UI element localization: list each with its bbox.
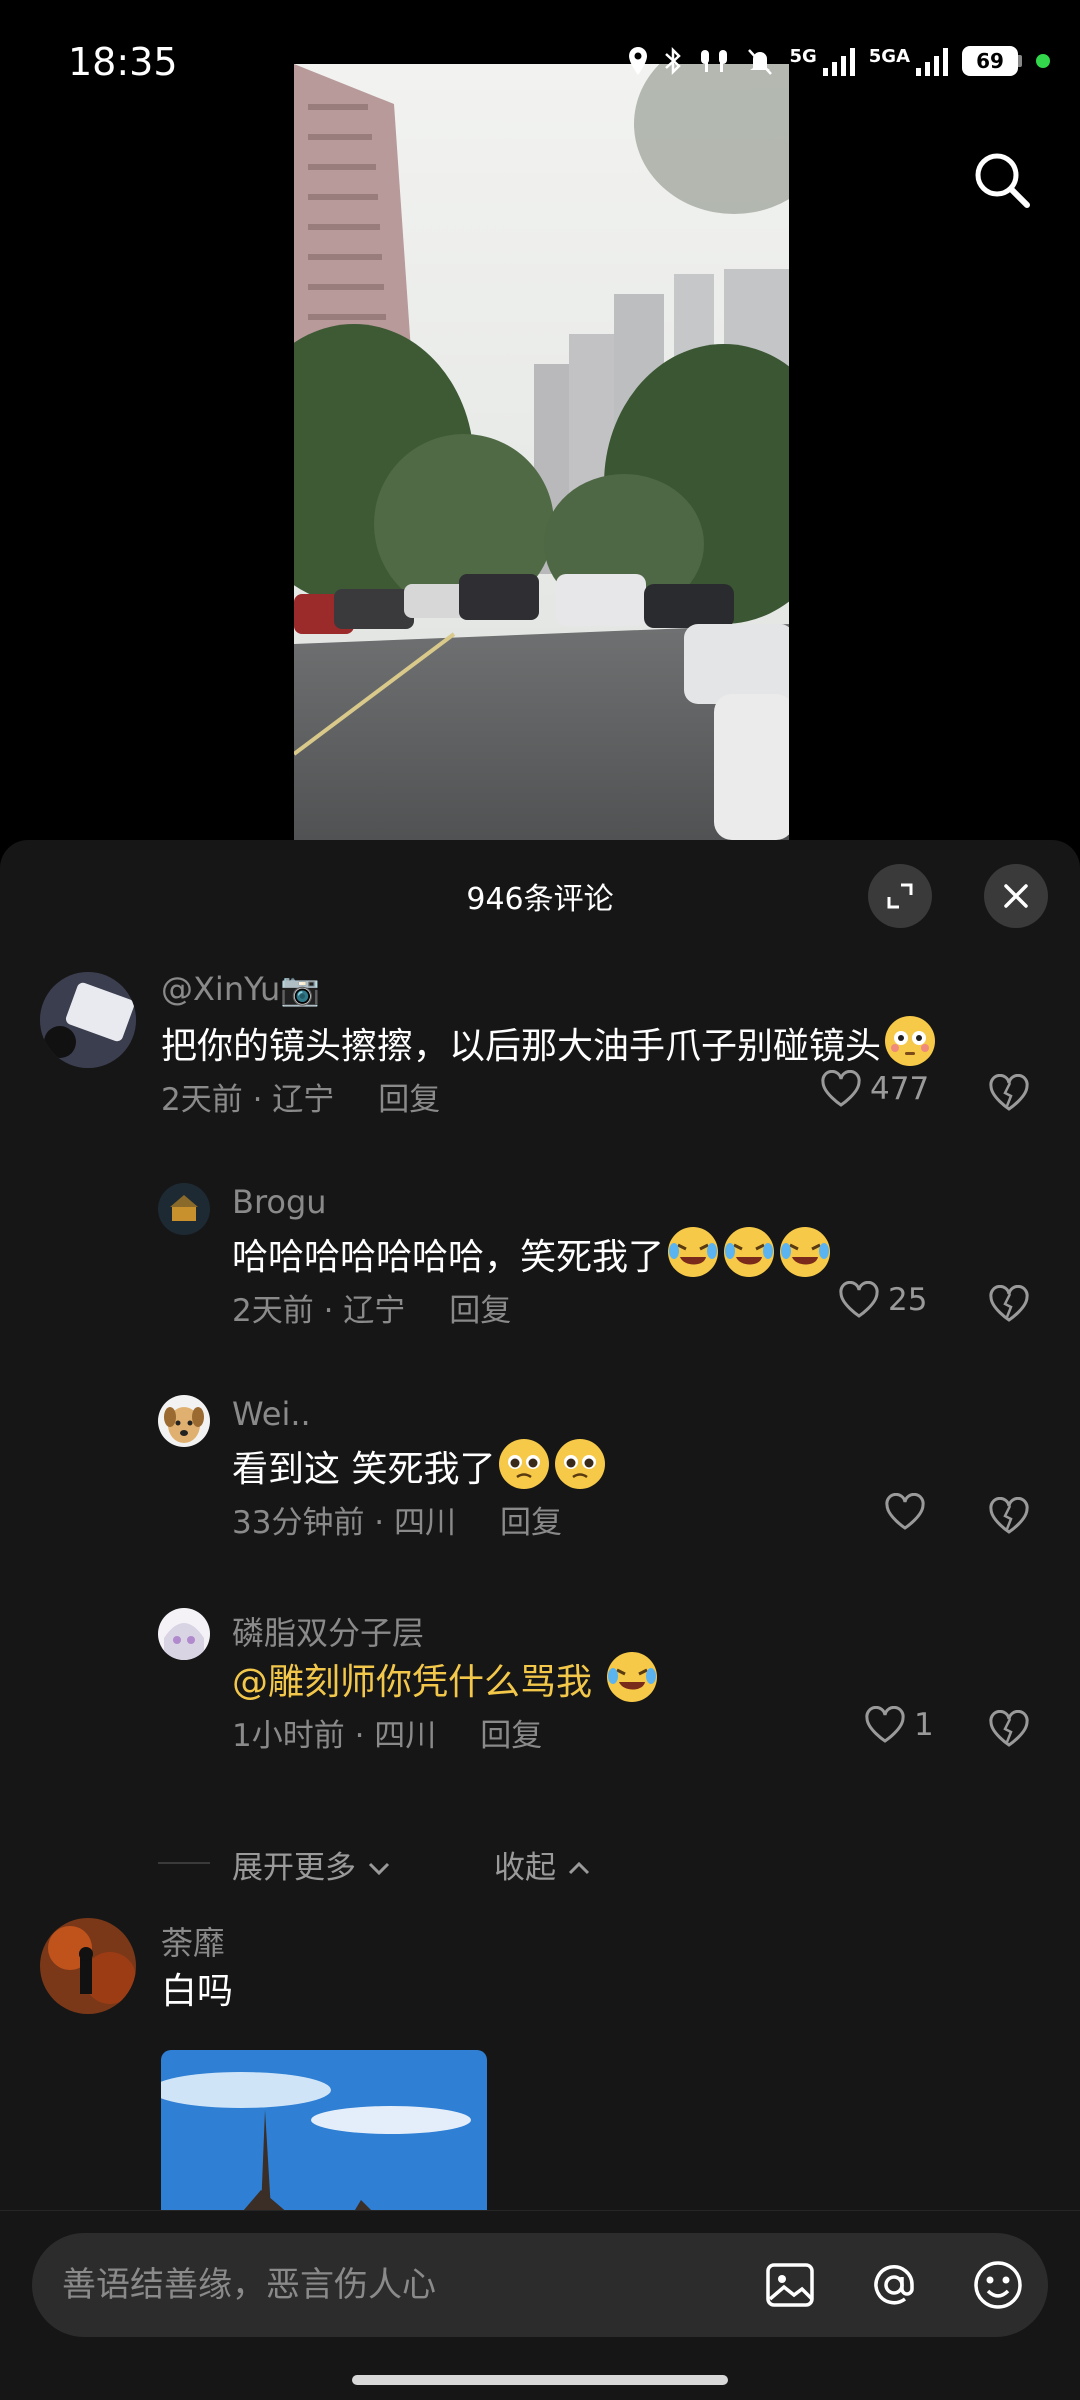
like-count: 1 — [914, 1707, 934, 1743]
heart-icon — [865, 1706, 905, 1743]
expand-icon — [887, 883, 913, 909]
battery-level: 69 — [962, 46, 1018, 76]
dislike-heart-icon[interactable] — [988, 1074, 1030, 1112]
network-label-2: 5GA — [868, 46, 910, 67]
comment-meta: 1小时前 · 四川 回复 — [232, 1718, 543, 1754]
expand-more-label: 展开更多 — [232, 1850, 356, 1886]
comment-time: 33分钟前 — [232, 1505, 365, 1541]
mention-link[interactable]: @雕刻师你凭什么骂我 — [232, 1662, 592, 1703]
comment-input-container — [32, 2233, 1048, 2337]
emoji-icon[interactable] — [970, 2257, 1026, 2313]
comment-username[interactable]: Brogu — [232, 1183, 327, 1221]
video-player[interactable] — [294, 64, 789, 840]
reply-button[interactable]: 回复 — [480, 1718, 542, 1754]
battery-icon: 69 — [962, 46, 1022, 76]
dislike-heart-icon[interactable] — [988, 1497, 1030, 1535]
comment-location: 辽宁 — [272, 1082, 335, 1118]
comment-text: 白吗 — [161, 1971, 234, 2012]
comment-username[interactable]: @XinYu📷 — [161, 970, 320, 1008]
comment-text-content: 看到这 笑死我了 — [232, 1449, 496, 1490]
reply-item: Wei.. 看到这 笑死我了 33分钟前 · 四川 回复 — [0, 1395, 1080, 1541]
heart-icon — [885, 1493, 925, 1530]
close-icon — [1004, 884, 1028, 908]
avatar[interactable] — [158, 1608, 210, 1660]
mute-icon — [748, 49, 773, 75]
comment-text-content: 把你的镜头擦擦，以后那大油手爪子别碰镜头 — [161, 1026, 882, 1067]
comment-text-content: 哈哈哈哈哈哈哈，笑死我了 — [232, 1237, 665, 1278]
dislike-heart-icon[interactable] — [988, 1285, 1030, 1323]
divider — [158, 1862, 210, 1864]
like-button[interactable]: 1 — [864, 1706, 934, 1744]
privacy-indicator-dot — [1036, 54, 1050, 68]
comments-sheet: 946条评论 @XinYu📷 把你的镜头擦擦，以后那大油手爪子别碰镜头 2天前 … — [0, 840, 1080, 2400]
comment-item: @XinYu📷 把你的镜头擦擦，以后那大油手爪子别碰镜头 2天前 · 辽宁 回复 … — [0, 970, 1080, 1120]
replies-toggle-row: 展开更多 收起 — [158, 1842, 858, 1886]
dislike-heart-icon[interactable] — [988, 1710, 1030, 1748]
collapse-button[interactable]: 收起 — [494, 1842, 592, 1887]
home-indicator[interactable] — [352, 2375, 728, 2385]
avatar[interactable] — [40, 972, 136, 1068]
reply-item: 磷脂双分子层 @雕刻师你凭什么骂我 1小时前 · 四川 回复 1 — [0, 1608, 1080, 1754]
image-icon[interactable] — [762, 2257, 818, 2313]
like-button[interactable]: 25 — [838, 1281, 927, 1319]
comment-time: 2天前 — [232, 1293, 314, 1329]
bluetooth-icon — [665, 46, 682, 76]
expand-sheet-button[interactable] — [868, 864, 932, 928]
reply-item: Brogu 哈哈哈哈哈哈哈，笑死我了 2天前 · 辽宁 回复 25 — [0, 1183, 1080, 1329]
status-time: 18:35 — [68, 40, 178, 84]
heart-icon — [821, 1070, 861, 1107]
like-button[interactable] — [884, 1493, 926, 1531]
comment-username[interactable]: Wei.. — [232, 1395, 311, 1433]
avatar[interactable] — [158, 1395, 210, 1447]
pleading-emoji-icon — [555, 1439, 606, 1489]
avatar[interactable] — [40, 1918, 136, 2014]
video-frame — [294, 64, 789, 840]
close-sheet-button[interactable] — [984, 864, 1048, 928]
comment-location: 辽宁 — [343, 1293, 406, 1329]
comment-meta: 2天前 · 辽宁 回复 — [232, 1293, 512, 1329]
laughing-crying-emoji-icon — [668, 1227, 719, 1277]
status-icons: 5G 5GA 69 — [627, 46, 1050, 76]
search-icon[interactable] — [970, 148, 1034, 212]
comment-input-bar — [0, 2210, 1080, 2400]
reply-button[interactable]: 回复 — [378, 1082, 440, 1118]
collapse-label: 收起 — [494, 1850, 556, 1886]
laughing-crying-emoji-icon — [607, 1652, 658, 1702]
laughing-crying-emoji-icon — [724, 1227, 775, 1277]
comment-text: 看到这 笑死我了 — [232, 1437, 607, 1492]
comment-text: 把你的镜头擦擦，以后那大油手爪子别碰镜头 — [161, 1014, 937, 1069]
comment-meta: 2天前 · 辽宁 回复 — [161, 1082, 441, 1118]
signal-icon-2 — [916, 46, 948, 76]
heart-icon — [839, 1281, 879, 1318]
like-button[interactable]: 477 — [820, 1070, 929, 1108]
avatar[interactable] — [158, 1183, 210, 1235]
pleading-emoji-icon — [499, 1439, 550, 1489]
comment-text: 哈哈哈哈哈哈哈，笑死我了 — [232, 1225, 832, 1280]
comment-time: 1小时前 — [232, 1718, 345, 1754]
comment-input[interactable] — [62, 2233, 742, 2337]
status-bar: 18:35 5G 5GA 69 — [0, 0, 1080, 130]
comment-meta: 33分钟前 · 四川 回复 — [232, 1505, 563, 1541]
flushed-emoji-icon — [885, 1016, 936, 1066]
earbuds-icon — [701, 50, 728, 72]
network-label-1: 5G — [789, 46, 817, 67]
chevron-up-icon — [568, 1861, 589, 1875]
reply-button[interactable]: 回复 — [500, 1505, 562, 1541]
reply-button[interactable]: 回复 — [449, 1293, 511, 1329]
location-icon — [629, 47, 648, 75]
comment-time: 2天前 — [161, 1082, 243, 1118]
mention-icon[interactable] — [866, 2257, 922, 2313]
comment-location: 四川 — [374, 1718, 437, 1754]
like-count: 25 — [888, 1282, 928, 1318]
comment-location: 四川 — [394, 1505, 457, 1541]
comment-username[interactable]: 磷脂双分子层 — [232, 1608, 424, 1654]
signal-icon — [822, 46, 855, 76]
chevron-down-icon — [368, 1862, 389, 1876]
comment-username[interactable]: 荼靡 — [161, 1918, 225, 1964]
laughing-crying-emoji-icon — [780, 1227, 831, 1277]
like-count: 477 — [870, 1071, 930, 1107]
expand-more-button[interactable]: 展开更多 — [232, 1842, 392, 1887]
comment-text: @雕刻师你凭什么骂我 — [232, 1650, 659, 1705]
